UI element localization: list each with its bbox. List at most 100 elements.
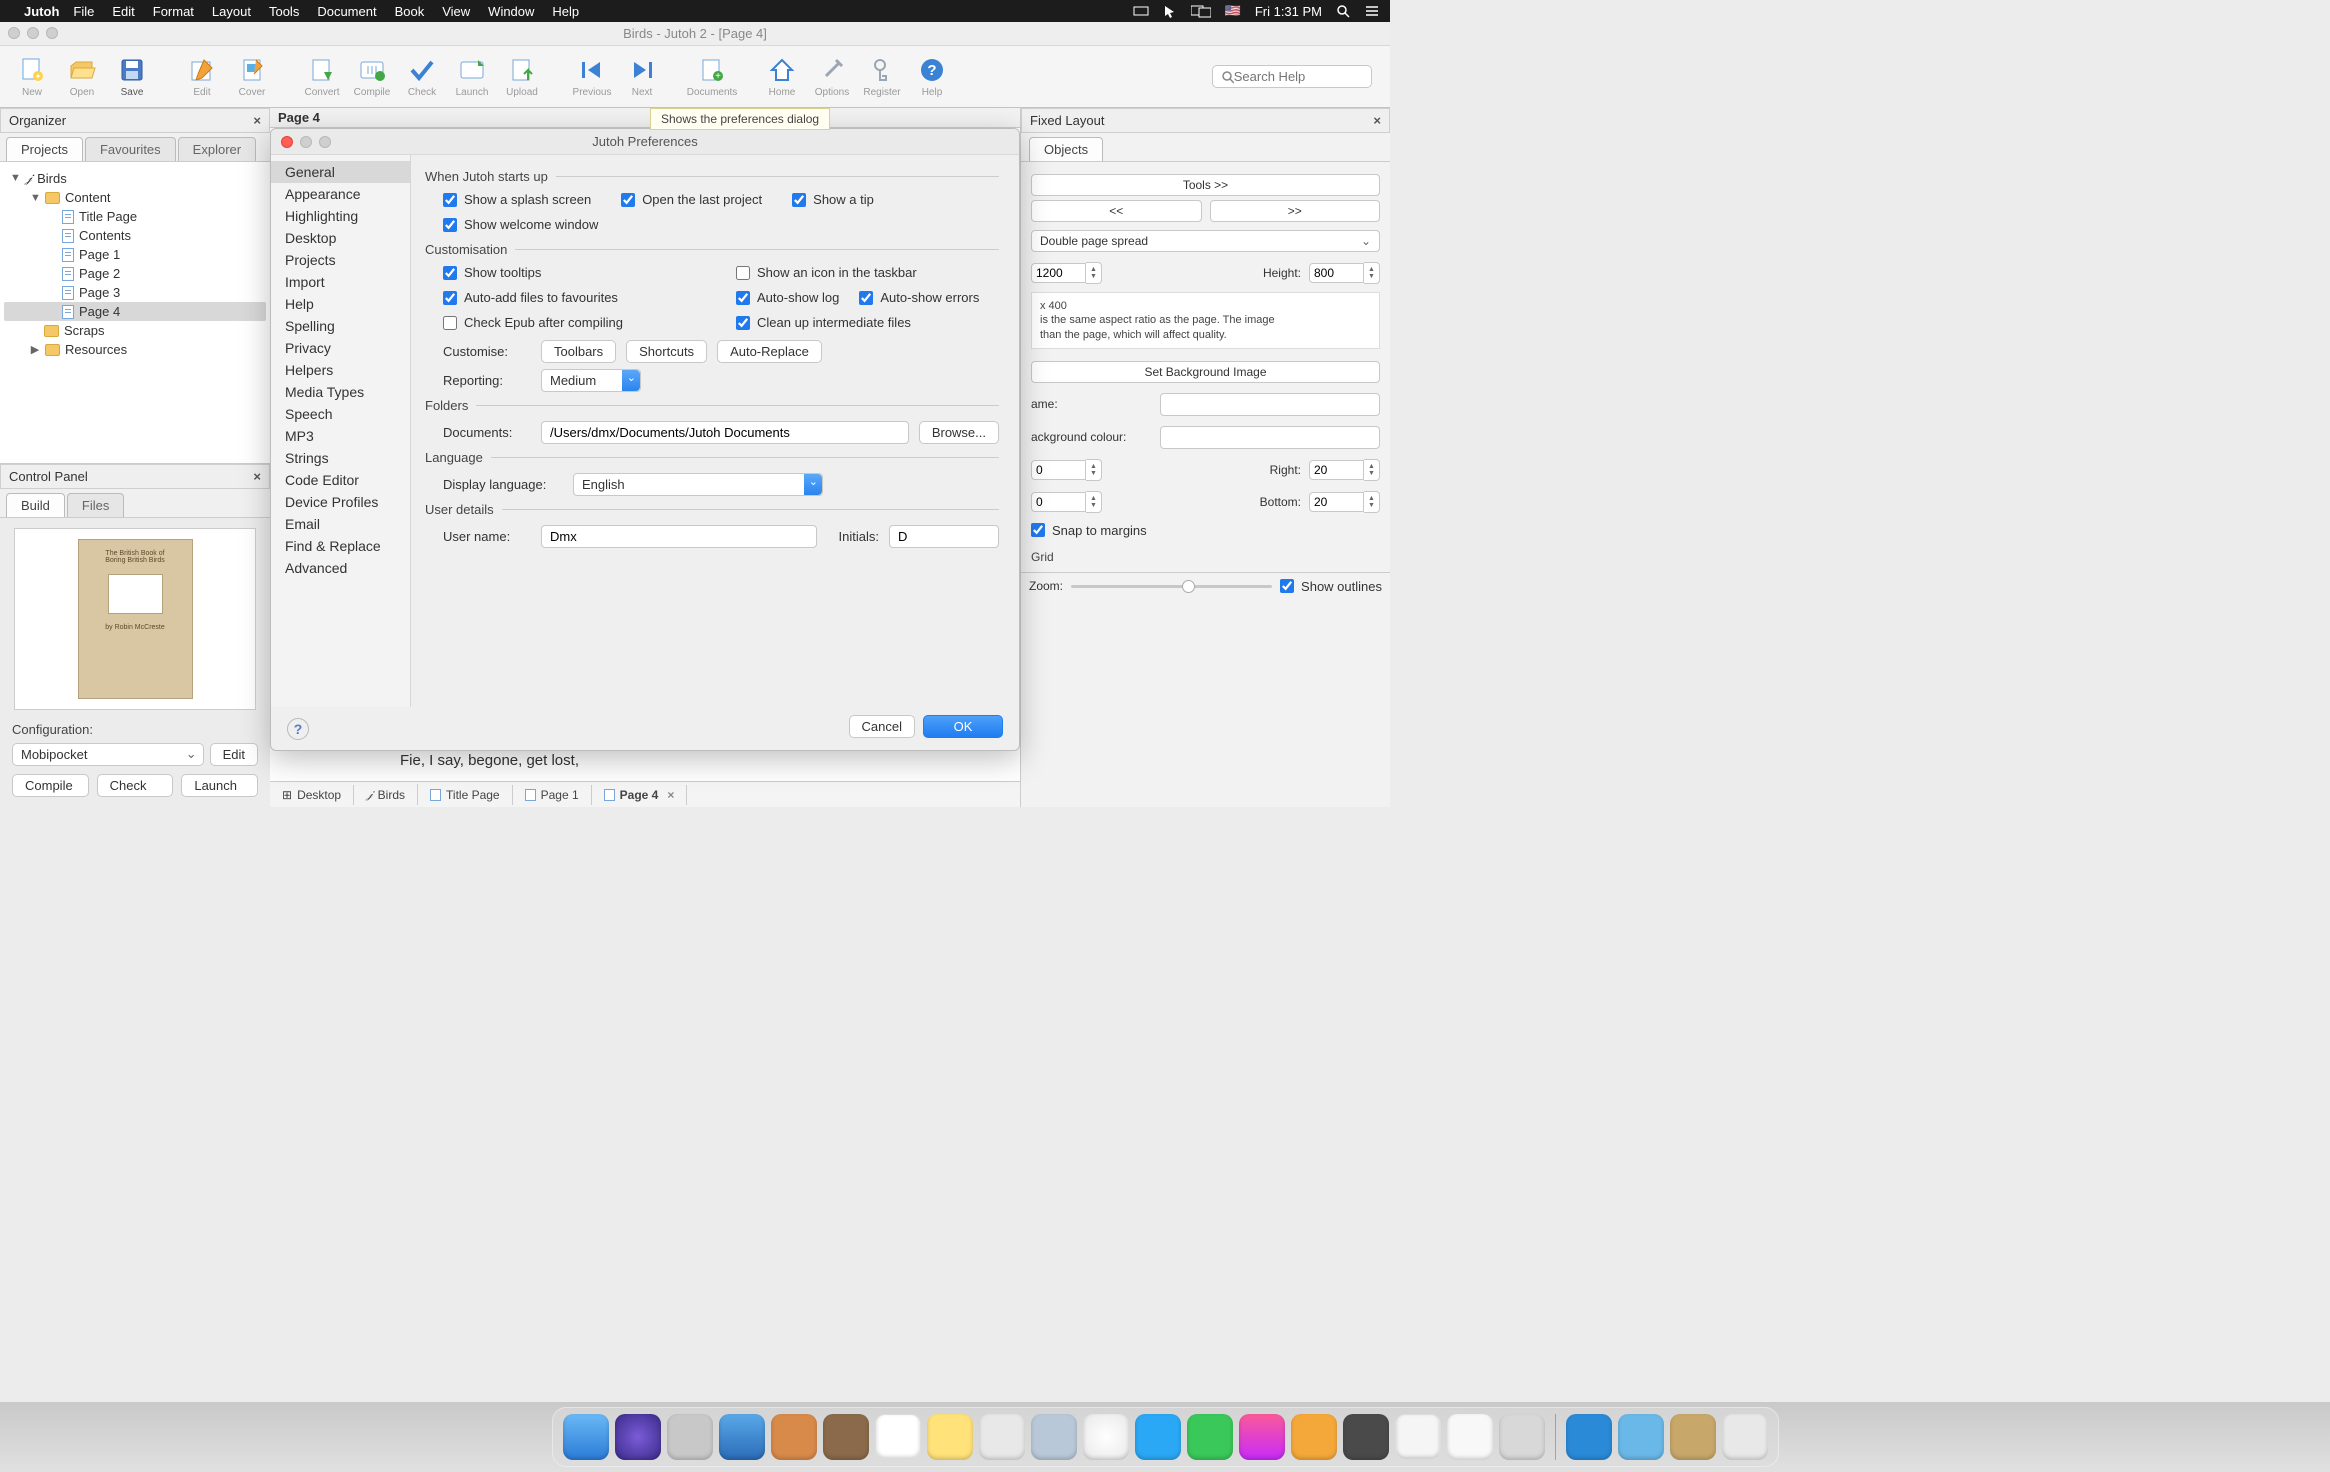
toolbar-save[interactable]: Save [108, 55, 156, 98]
tab-projects[interactable]: Projects [6, 137, 83, 161]
next-page-button[interactable]: >> [1210, 200, 1381, 222]
toolbar-register[interactable]: Register [858, 55, 906, 98]
pref-btn-shortcuts[interactable]: Shortcuts [626, 340, 707, 363]
pref-cb-splash[interactable]: Show a splash screen [443, 192, 591, 207]
dock-java[interactable] [1499, 1414, 1545, 1460]
pref-cb-autofav[interactable]: Auto-add files to favourites [443, 290, 706, 305]
pref-nav-privacy[interactable]: Privacy [271, 337, 410, 359]
tree-item-page-3[interactable]: Page 3 [4, 283, 266, 302]
toolbar-compile[interactable]: Compile [348, 55, 396, 98]
window-traffic-lights[interactable] [8, 27, 58, 39]
pref-nav-speech[interactable]: Speech [271, 403, 410, 425]
pref-cancel-button[interactable]: Cancel [849, 715, 915, 738]
launch-button[interactable]: Launch [181, 774, 258, 797]
menu-view[interactable]: View [442, 4, 470, 19]
pref-nav-device-profiles[interactable]: Device Profiles [271, 491, 410, 513]
left-spinner[interactable]: ▲▼ [1031, 459, 1102, 481]
dock-itunes[interactable] [1239, 1414, 1285, 1460]
pref-nav-help[interactable]: Help [271, 293, 410, 315]
dock-contacts[interactable] [823, 1414, 869, 1460]
control-panel-close-icon[interactable]: × [253, 469, 261, 484]
spread-select[interactable]: Double page spread [1031, 230, 1380, 252]
tree-item-title-page[interactable]: Title Page [4, 207, 266, 226]
help-search[interactable] [1212, 65, 1372, 88]
dock-textedit[interactable] [1395, 1414, 1441, 1460]
menu-help[interactable]: Help [552, 4, 579, 19]
height-spinner[interactable]: ▲▼ [1309, 262, 1380, 284]
pref-ok-button[interactable]: OK [923, 715, 1003, 738]
pref-nav-highlighting[interactable]: Highlighting [271, 205, 410, 227]
organizer-close-icon[interactable]: × [253, 113, 261, 128]
menu-extra-displays-icon[interactable] [1191, 4, 1211, 18]
doc-tab-page-4[interactable]: Page 4× [592, 785, 688, 805]
pref-nav-projects[interactable]: Projects [271, 249, 410, 271]
doc-tab-desktop[interactable]: ⊞Desktop [270, 785, 354, 805]
pref-cb-taskbar[interactable]: Show an icon in the taskbar [736, 265, 999, 280]
toolbar-launch[interactable]: Launch [448, 55, 496, 98]
doc-tab-birds[interactable]: 𝒿Birds [354, 784, 418, 805]
pref-browse-button[interactable]: Browse... [919, 421, 999, 444]
pref-nav-strings[interactable]: Strings [271, 447, 410, 469]
set-bg-button[interactable]: Set Background Image [1031, 361, 1380, 383]
tree-folder-resources[interactable]: ▶Resources [4, 340, 266, 359]
tree-item-contents[interactable]: Contents [4, 226, 266, 245]
menu-extra-cursor-icon[interactable] [1163, 4, 1177, 18]
pref-nav-email[interactable]: Email [271, 513, 410, 535]
toolbar-next[interactable]: Next [618, 55, 666, 98]
active-application-name[interactable]: Jutoh [24, 4, 59, 19]
close-tab-icon[interactable]: × [667, 788, 674, 802]
toolbar-home[interactable]: Home [758, 55, 806, 98]
dock-trash[interactable] [1722, 1414, 1768, 1460]
tree-item-page-1[interactable]: Page 1 [4, 245, 266, 264]
width-spinner[interactable]: ▲▼ [1031, 262, 1102, 284]
snap-checkbox[interactable]: Snap to margins [1031, 523, 1380, 538]
dock-messages[interactable] [1135, 1414, 1181, 1460]
dock-reminders[interactable] [979, 1414, 1025, 1460]
configuration-edit-button[interactable]: Edit [210, 743, 258, 766]
pref-nav-import[interactable]: Import [271, 271, 410, 293]
pref-nav-mp3[interactable]: MP3 [271, 425, 410, 447]
pref-nav-desktop[interactable]: Desktop [271, 227, 410, 249]
tree-root-birds[interactable]: ▼𝒿Birds [4, 168, 266, 188]
toolbar-options[interactable]: Options [808, 55, 856, 98]
dock-notes[interactable] [927, 1414, 973, 1460]
dock-settings[interactable] [1343, 1414, 1389, 1460]
dock-appstore[interactable] [1566, 1414, 1612, 1460]
pref-documents-path[interactable] [541, 421, 909, 444]
pref-btn-toolbars[interactable]: Toolbars [541, 340, 616, 363]
editor-page[interactable]: You're charmless as a lemon curd, Fie, I… [270, 128, 1020, 781]
pref-nav-helpers[interactable]: Helpers [271, 359, 410, 381]
tab-explorer[interactable]: Explorer [178, 137, 256, 161]
tree-folder-content[interactable]: ▼Content [4, 188, 266, 207]
pref-nav-spelling[interactable]: Spelling [271, 315, 410, 337]
tools-button[interactable]: Tools >> [1031, 174, 1380, 196]
pref-display-lang-select[interactable]: English [573, 473, 823, 496]
pref-cb-autolog[interactable]: Auto-show log [736, 290, 839, 305]
menu-tools[interactable]: Tools [269, 4, 299, 19]
configuration-select[interactable]: Mobipocket [12, 743, 204, 766]
pref-nav-general[interactable]: General [271, 161, 410, 183]
toolbar-convert[interactable]: Convert [298, 55, 346, 98]
tab-objects[interactable]: Objects [1029, 137, 1103, 161]
pref-nav-advanced[interactable]: Advanced [271, 557, 410, 579]
pref-cb-cleanup[interactable]: Clean up intermediate files [736, 315, 999, 330]
pref-username-input[interactable] [541, 525, 817, 548]
dock-app-2[interactable] [1031, 1414, 1077, 1460]
dock-launchpad[interactable] [667, 1414, 713, 1460]
pref-traffic-lights[interactable] [281, 136, 331, 148]
menu-edit[interactable]: Edit [112, 4, 134, 19]
toolbar-cover[interactable]: Cover [228, 55, 276, 98]
dock-downloads[interactable] [1618, 1414, 1664, 1460]
spotlight-icon[interactable] [1336, 4, 1350, 18]
tree-folder-scraps[interactable]: Scraps [4, 321, 266, 340]
toolbar-documents[interactable]: +Documents [688, 55, 736, 98]
pref-reporting-select[interactable]: Medium [541, 369, 641, 392]
pref-cb-openlast[interactable]: Open the last project [621, 192, 762, 207]
pref-nav-media-types[interactable]: Media Types [271, 381, 410, 403]
tab-files[interactable]: Files [67, 493, 124, 517]
pref-cb-tooltips[interactable]: Show tooltips [443, 265, 706, 280]
dock-facetime[interactable] [1187, 1414, 1233, 1460]
bg-colour-input[interactable] [1160, 426, 1380, 449]
pref-initials-input[interactable] [889, 525, 999, 548]
menu-extra-icon[interactable] [1133, 4, 1149, 18]
